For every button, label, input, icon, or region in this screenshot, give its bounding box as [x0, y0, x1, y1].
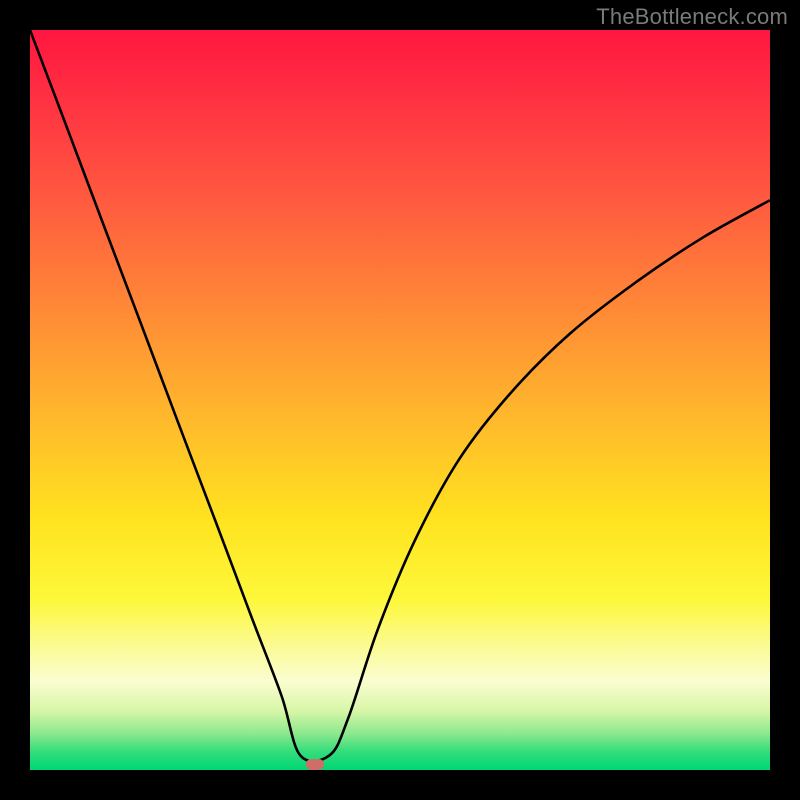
plot-area — [30, 30, 770, 770]
chart-frame: TheBottleneck.com — [0, 0, 800, 800]
bottleneck-curve — [30, 30, 770, 761]
watermark-text: TheBottleneck.com — [596, 4, 788, 30]
curve-svg — [30, 30, 770, 770]
min-marker — [306, 759, 324, 770]
